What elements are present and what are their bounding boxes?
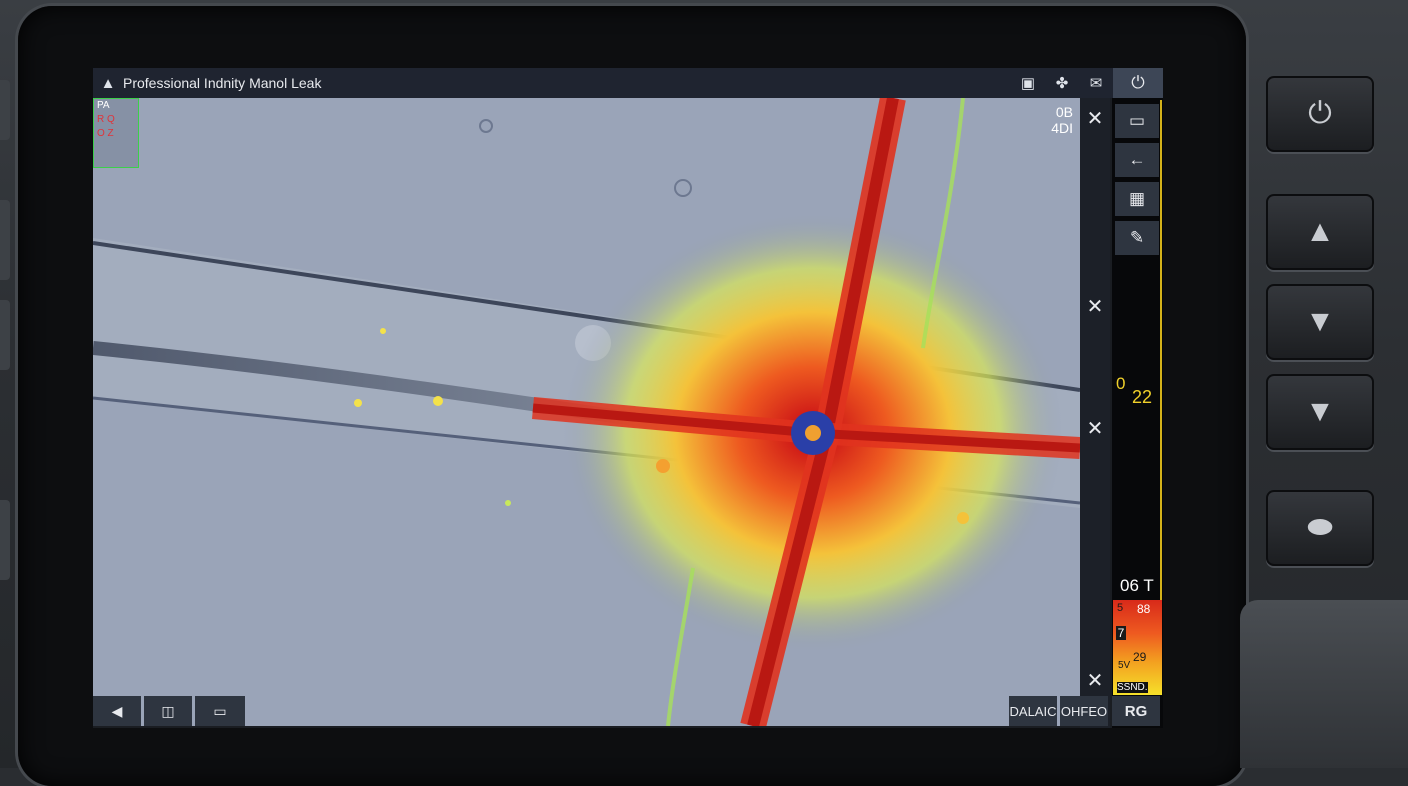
- crosshair-icon[interactable]: ✕: [1080, 416, 1110, 441]
- rg-button[interactable]: RG: [1112, 696, 1160, 726]
- measurement-line: O Z: [97, 128, 114, 139]
- frame-icon: ▭: [1128, 111, 1146, 130]
- palette-label: 29: [1133, 650, 1147, 664]
- measurement-box[interactable]: PA R Q O Z: [93, 98, 139, 168]
- hardware-down-button[interactable]: ▼: [1266, 284, 1374, 360]
- oval-icon: ⬬: [1307, 511, 1333, 544]
- color-palette[interactable]: 5 88 7 29 5V SSND.: [1113, 600, 1162, 695]
- side-panel: ▭ ← ▦ ✎ 0 22 06 T 5 88 7 29 5V SSND.: [1112, 98, 1163, 728]
- palette-label: 88: [1137, 602, 1151, 616]
- back-arrow-icon: ←: [1128, 150, 1146, 169]
- image-icon: ▦: [1128, 189, 1146, 208]
- minimize-icon: ▭: [213, 702, 227, 719]
- hardware-up-button[interactable]: ▲: [1266, 194, 1374, 270]
- thermal-image: [93, 98, 1080, 726]
- palette-label: 5: [1117, 602, 1124, 614]
- up-arrow-icon: ▲: [1305, 215, 1335, 248]
- mail-icon[interactable]: ✉: [1079, 74, 1113, 92]
- down-arrow-icon: ▼: [1305, 305, 1335, 338]
- side-nub: [0, 300, 10, 370]
- play-left-icon: ◀: [111, 702, 123, 719]
- readout-line: 4DI: [1051, 120, 1073, 136]
- crosshair-icon[interactable]: ✕: [1080, 106, 1110, 131]
- save-icon[interactable]: ▣: [1011, 74, 1045, 92]
- screen: ▲ Professional Indnity Manol Leak ▣ ✤ ✉ …: [93, 68, 1163, 728]
- dalaic-button[interactable]: DALAIC: [1009, 696, 1057, 726]
- ohfeo-button[interactable]: OHFEO: [1060, 696, 1108, 726]
- crosshair-icon[interactable]: ✕: [1080, 294, 1110, 319]
- split-icon: ◫: [161, 702, 175, 719]
- power-button[interactable]: ⏻: [1113, 68, 1163, 98]
- hardware-down-button[interactable]: ▼: [1266, 374, 1374, 450]
- scale-high-value: 22: [1132, 387, 1153, 407]
- palette-label: SSND.: [1117, 682, 1148, 693]
- device-ledge: [1240, 600, 1408, 768]
- edit-icon: ✎: [1129, 228, 1145, 247]
- edit-button[interactable]: ✎: [1115, 221, 1159, 255]
- measurement-label: PA: [97, 100, 110, 111]
- palette-label: 5V: [1118, 660, 1131, 671]
- alert-icon: ▲: [100, 74, 116, 92]
- frame-button[interactable]: ▭: [1115, 104, 1159, 138]
- minimize-button[interactable]: ▭: [195, 696, 245, 726]
- image-button[interactable]: ▦: [1115, 182, 1159, 216]
- power-icon: ⏻: [1131, 73, 1145, 92]
- down-arrow-icon: ▼: [1305, 395, 1335, 428]
- device-body: ▲ Professional Indnity Manol Leak ▣ ✤ ✉ …: [0, 0, 1408, 786]
- fan-icon[interactable]: ✤: [1045, 74, 1079, 92]
- side-nub: [0, 500, 10, 580]
- readout-line: 0B: [1055, 104, 1073, 120]
- title-bar: ▲ Professional Indnity Manol Leak ▣ ✤ ✉ …: [93, 68, 1163, 98]
- marker-rail: ✕ ✕ ✕ ✕: [1080, 98, 1110, 728]
- palette-label: 7: [1116, 626, 1126, 640]
- hardware-power-button[interactable]: ⏻: [1266, 76, 1374, 152]
- previous-button[interactable]: ◀: [93, 696, 141, 726]
- crosshair-icon[interactable]: ✕: [1080, 668, 1110, 693]
- scale-low-value: 0: [1116, 374, 1126, 393]
- side-nub: [0, 200, 10, 280]
- window-title: Professional Indnity Manol Leak: [123, 75, 322, 91]
- split-button[interactable]: ◫: [144, 696, 192, 726]
- back-button[interactable]: ←: [1115, 143, 1159, 177]
- hardware-select-button[interactable]: ⬬: [1266, 490, 1374, 566]
- corner-readout: 0B 4DI: [1043, 104, 1073, 136]
- scale-max-value: 06 T: [1120, 576, 1154, 595]
- measurement-line: R Q: [97, 114, 115, 125]
- bottom-toolbar: ◀ ◫ ▭ DALAIC OHFEO RG: [93, 696, 1163, 728]
- side-nub: [0, 80, 10, 140]
- thermal-view[interactable]: PA R Q O Z 0B 4DI ➤: [93, 98, 1080, 726]
- power-icon: ⏻: [1308, 97, 1332, 130]
